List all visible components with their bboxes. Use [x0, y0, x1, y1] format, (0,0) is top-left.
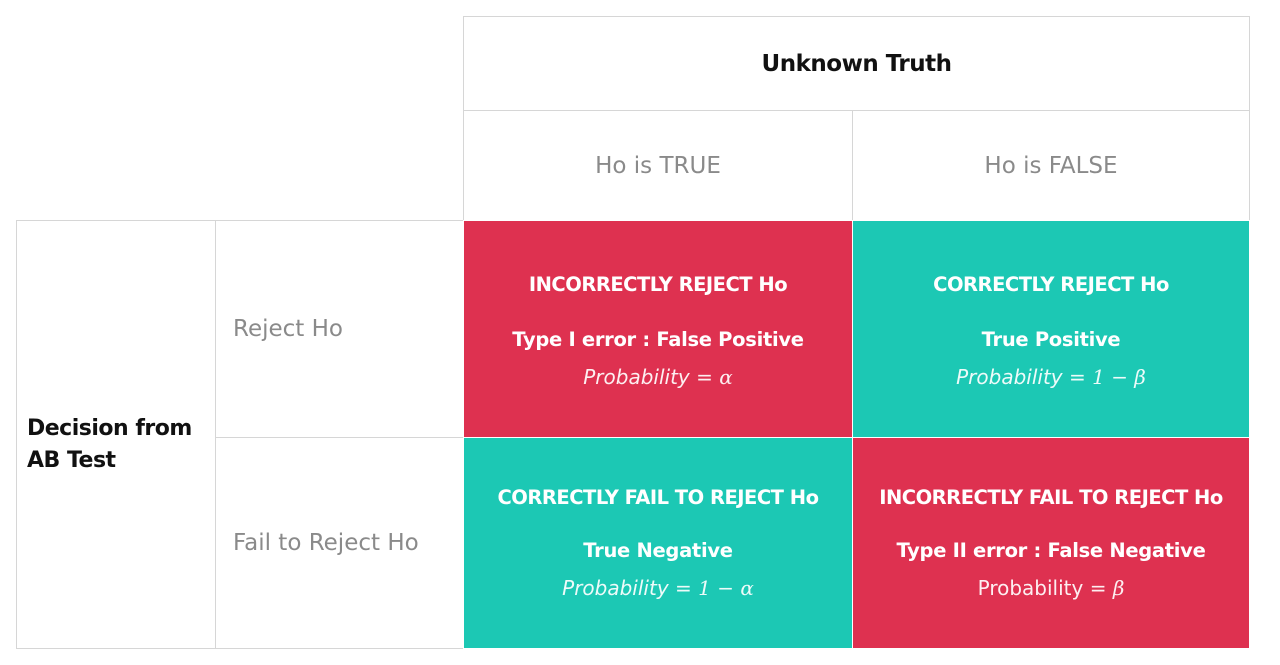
- probability-label: Probability =: [583, 364, 713, 389]
- cell-title: INCORRECTLY FAIL TO REJECT Ho: [879, 485, 1223, 509]
- probability-label: Probability =: [977, 575, 1107, 600]
- probability-expression: β: [1112, 575, 1125, 600]
- row-header-reject: Reject Ho: [215, 220, 464, 438]
- row-header-reject-label: Reject Ho: [233, 316, 343, 342]
- cell-title: INCORRECTLY REJECT Ho: [528, 272, 788, 296]
- cell-subtitle: Type I error : False Positive: [512, 327, 804, 351]
- decision-header-line2: AB Test: [27, 447, 116, 473]
- cell-subtitle: True Positive: [981, 327, 1121, 351]
- cell-probability: Probability = 1 − β: [956, 365, 1146, 389]
- cell-subtitle: True Negative: [583, 538, 733, 562]
- cell-subtitle: Type II error : False Negative: [896, 538, 1206, 562]
- cell-probability: Probability = α: [583, 365, 733, 389]
- unknown-truth-title: Unknown Truth: [761, 50, 952, 77]
- decision-header-line1: Decision from: [27, 415, 192, 441]
- cell-correctly-reject: CORRECTLY REJECT Ho True Positive Probab…: [852, 220, 1250, 438]
- probability-expression: 1 − α: [698, 575, 754, 600]
- cell-probability: Probability = 1 − α: [562, 576, 754, 600]
- probability-label: Probability =: [562, 575, 692, 600]
- column-header-ho-false: Ho is FALSE: [852, 110, 1250, 221]
- probability-expression: 1 − β: [1092, 364, 1146, 389]
- cell-incorrectly-fail-to-reject: INCORRECTLY FAIL TO REJECT Ho Type II er…: [852, 437, 1250, 649]
- probability-expression: α: [719, 364, 733, 389]
- cell-title: CORRECTLY REJECT Ho: [933, 272, 1169, 296]
- cell-incorrectly-reject: INCORRECTLY REJECT Ho Type I error : Fal…: [463, 220, 853, 438]
- column-header-ho-false-label: Ho is FALSE: [984, 152, 1118, 179]
- cell-probability: Probability = β: [978, 576, 1125, 600]
- cell-title: CORRECTLY FAIL TO REJECT Ho: [497, 485, 820, 509]
- decision-header: Decision from AB Test: [16, 220, 216, 649]
- column-header-ho-true: Ho is TRUE: [463, 110, 853, 221]
- probability-label: Probability =: [956, 364, 1086, 389]
- unknown-truth-header: Unknown Truth: [463, 16, 1250, 111]
- row-header-fail-to-reject: Fail to Reject Ho: [215, 437, 464, 649]
- cell-correctly-fail-to-reject: CORRECTLY FAIL TO REJECT Ho True Negativ…: [463, 437, 853, 649]
- row-header-fail-label: Fail to Reject Ho: [233, 530, 419, 556]
- hypothesis-test-matrix: Unknown Truth Ho is TRUE Ho is FALSE Dec…: [0, 0, 1280, 665]
- column-header-ho-true-label: Ho is TRUE: [595, 152, 721, 179]
